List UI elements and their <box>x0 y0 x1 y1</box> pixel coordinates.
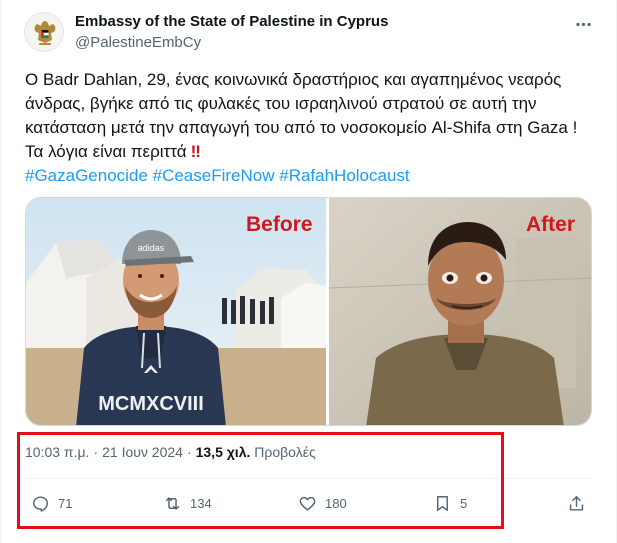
author-name[interactable]: Embassy of the State of Palestine in Cyp… <box>75 13 388 30</box>
tweet-text: Ο Badr Dahlan, 29, ένας κοινωνικά δραστή… <box>25 68 600 188</box>
before-label: Before <box>246 213 313 236</box>
reply-button[interactable]: 71 <box>31 491 72 515</box>
bookmark-icon <box>437 495 448 511</box>
hashtag-link[interactable]: #GazaGenocide <box>25 166 148 185</box>
like-count: 180 <box>325 495 347 511</box>
bookmark-button[interactable]: 5 <box>433 491 467 515</box>
separator: · <box>93 444 99 460</box>
bookmark-count: 5 <box>460 495 468 511</box>
palestine-eagle-emblem-icon <box>25 13 63 51</box>
views-count: 13,5 χιλ. <box>195 444 251 460</box>
author-handle[interactable]: @PalestineEmbCy <box>75 34 201 51</box>
separator: · <box>186 444 192 460</box>
cap-logo-text: adidas <box>138 243 165 253</box>
like-button[interactable]: 180 <box>298 491 347 515</box>
author-avatar[interactable] <box>24 12 64 52</box>
reply-count: 71 <box>58 495 73 511</box>
hashtag-link[interactable]: #RafahHolocaust <box>279 166 409 185</box>
share-button[interactable] <box>567 491 586 515</box>
tweet-line-text: Τα λόγια είναι περιττά <box>25 142 187 161</box>
before-after-photo: adidas MCMXCVIII Before After <box>26 198 591 425</box>
tweet-media-image[interactable]: adidas MCMXCVIII Before After <box>25 197 592 426</box>
divider <box>25 478 592 479</box>
double-exclamation-emoji-icon: ‼ <box>190 142 201 161</box>
tweet-card: Embassy of the State of Palestine in Cyp… <box>0 0 617 543</box>
tweet-time: 10:03 π.μ. <box>25 444 90 460</box>
after-photo: After <box>328 198 591 425</box>
repost-icon <box>165 496 180 510</box>
hashtag-link[interactable]: #CeaseFireNow <box>153 166 275 185</box>
repost-count: 134 <box>190 495 212 511</box>
repost-button[interactable]: 134 <box>163 491 212 515</box>
tweet-time-link[interactable]: 10:03 π.μ. · 21 Ιουν 2024 <box>25 444 183 460</box>
before-photo: adidas MCMXCVIII Before <box>26 198 326 425</box>
share-icon <box>569 495 584 511</box>
tweet-line: Ο Badr Dahlan, 29, ένας κοινωνικά δραστή… <box>25 70 562 89</box>
after-label: After <box>526 213 575 236</box>
tweet-line: κατάσταση μετά την απαγωγή του από το νο… <box>25 118 578 137</box>
tweet-line: Τα λόγια είναι περιττά ‼ <box>25 140 600 164</box>
views-label: Προβολές <box>254 444 316 460</box>
reply-icon <box>33 495 48 512</box>
more-horizontal-icon <box>575 22 591 26</box>
more-options-button[interactable] <box>571 12 595 36</box>
tweet-timestamp-row: 10:03 π.μ. · 21 Ιουν 2024 · 13,5 χιλ. Προβολ… <box>25 444 316 460</box>
tweet-line: άνδρας, βγήκε από τις φυλακές του ισραηλ… <box>25 94 537 113</box>
hoodie-text: MCMXCVIII <box>98 393 204 415</box>
hashtag-list: #GazaGenocide #CeaseFireNow #RafahHoloca… <box>25 164 600 188</box>
heart-icon <box>299 496 316 511</box>
tweet-date: 21 Ιουν 2024 <box>102 444 183 460</box>
